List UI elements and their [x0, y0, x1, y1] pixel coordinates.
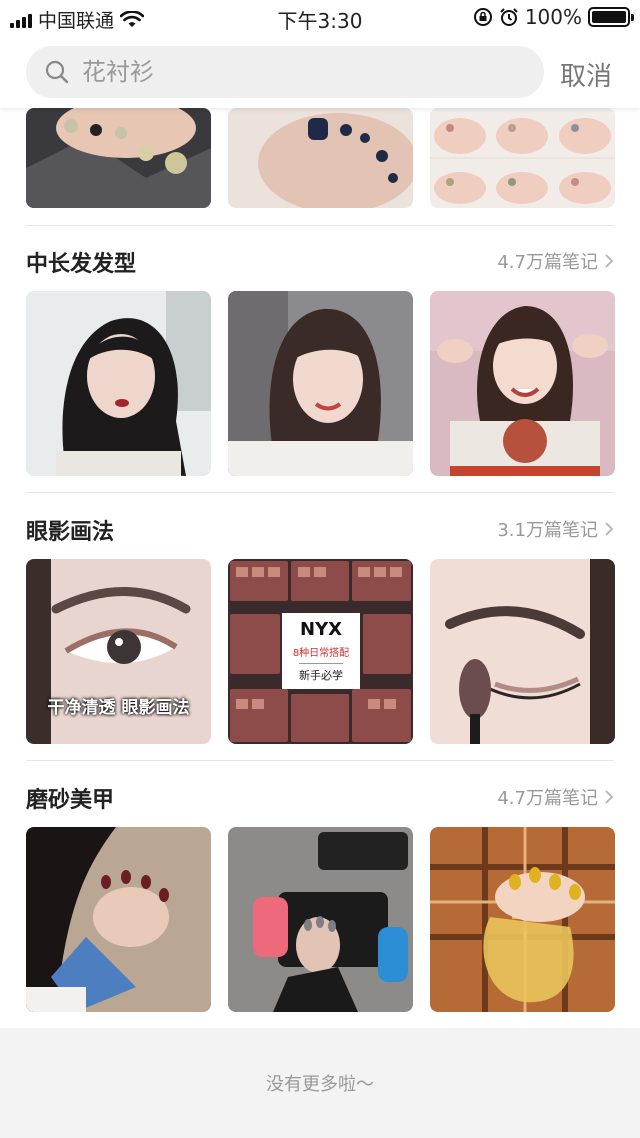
search-box[interactable] — [26, 46, 544, 98]
result-image-eyeshadow-brush[interactable] — [430, 559, 615, 744]
search-input[interactable] — [82, 58, 502, 86]
section-title[interactable]: 中长发发型 — [26, 246, 136, 278]
battery-percent: 100% — [524, 5, 582, 29]
nyx-subtitle-text: 8种日常搭配 — [292, 648, 350, 659]
section-note-count[interactable]: 4.7万篇笔记 — [497, 784, 614, 810]
result-image-hair-portrait-3[interactable] — [430, 291, 615, 476]
chevron-right-icon — [605, 790, 614, 804]
status-bar: 中国联通 下午3:30 100% — [0, 0, 640, 36]
end-of-list-text: 没有更多啦～ — [266, 1074, 374, 1095]
result-image-nails-game-console[interactable] — [228, 827, 413, 1012]
results-list[interactable]: 中长发发型 4.7万篇笔记 眼影画法 3.1万篇笔记 干净清透 眼影画法 NYX… — [0, 108, 640, 1028]
result-image-matte-nails-hand[interactable] — [26, 827, 211, 1012]
nyx-footer-text: 新手必学 — [299, 663, 343, 683]
alarm-icon — [500, 8, 518, 26]
result-image-toenails-glitter[interactable] — [26, 108, 211, 208]
nyx-title-card: NYX 8种日常搭配 新手必学 — [282, 613, 360, 689]
section-divider — [26, 492, 614, 493]
nyx-brand-text: NYX — [300, 619, 342, 640]
result-image-toenails-navy[interactable] — [228, 108, 413, 208]
section-title[interactable]: 磨砂美甲 — [26, 782, 114, 814]
result-image-hair-portrait-2[interactable] — [228, 291, 413, 476]
eyeshadow-caption: 干净清透 眼影画法 — [47, 698, 190, 718]
search-icon — [45, 60, 69, 84]
result-image-hair-portrait-1[interactable] — [26, 291, 211, 476]
result-image-eye-closeup[interactable]: 干净清透 眼影画法 — [26, 559, 211, 744]
cancel-button[interactable]: 取消 — [560, 56, 612, 93]
section-divider — [26, 760, 614, 761]
result-image-nails-perfume-bottle[interactable] — [430, 827, 615, 1012]
chevron-right-icon — [605, 522, 614, 536]
section-title[interactable]: 眼影画法 — [26, 514, 114, 546]
chevron-right-icon — [605, 254, 614, 268]
section-note-count[interactable]: 3.1万篇笔记 — [497, 516, 614, 542]
section-note-count[interactable]: 4.7万篇笔记 — [497, 248, 614, 274]
rotation-lock-icon — [473, 8, 492, 26]
section-divider — [26, 225, 614, 226]
result-image-toenails-swatches[interactable] — [430, 108, 615, 208]
search-header: 取消 — [0, 36, 640, 108]
battery-icon — [588, 7, 634, 27]
end-of-list: 没有更多啦～ — [0, 1028, 640, 1138]
result-image-nyx-palettes[interactable]: NYX 8种日常搭配 新手必学 — [228, 559, 413, 744]
